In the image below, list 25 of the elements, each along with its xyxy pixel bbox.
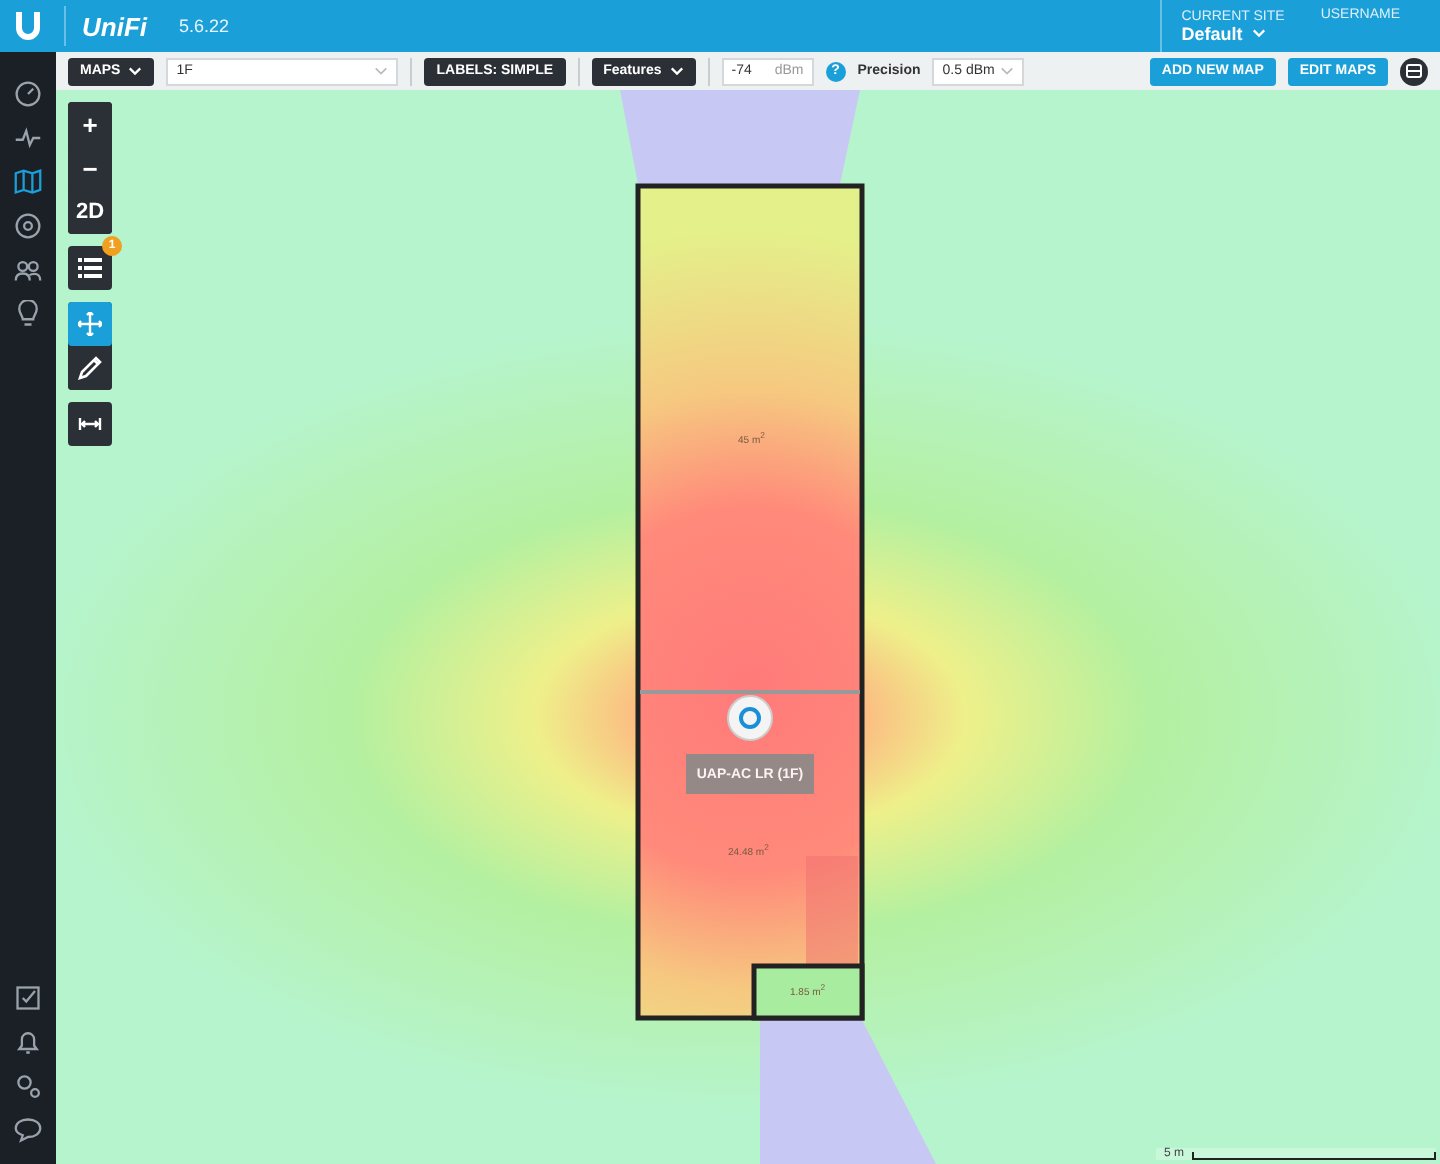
checkbox-icon[interactable] [14,984,42,1012]
caret-icon [1000,66,1015,76]
target-icon[interactable] [14,212,42,240]
list-icon [78,256,102,280]
users-icon[interactable] [14,256,42,284]
caret-icon [374,66,389,76]
strong-signal-patch [806,856,858,964]
caret-icon [1252,28,1267,38]
move-icon [78,312,102,336]
gauge-icon[interactable] [14,80,42,108]
pencil-icon [78,356,102,380]
logo-icon[interactable] [14,10,42,42]
measure-tool-button[interactable] [68,402,112,446]
list-button[interactable] [68,246,112,290]
bell-icon[interactable] [14,1028,42,1056]
lightbulb-icon[interactable] [14,300,42,328]
brand-logo: UniFi [82,11,147,41]
gears-icon[interactable] [14,1072,42,1100]
caret-icon [128,66,143,76]
caret-icon [669,66,684,76]
version-text: 5.6.22 [179,16,230,36]
measure-icon [78,412,102,436]
map-icon[interactable] [14,168,42,196]
access-point-icon[interactable] [726,694,774,742]
pulse-icon[interactable] [14,124,42,152]
